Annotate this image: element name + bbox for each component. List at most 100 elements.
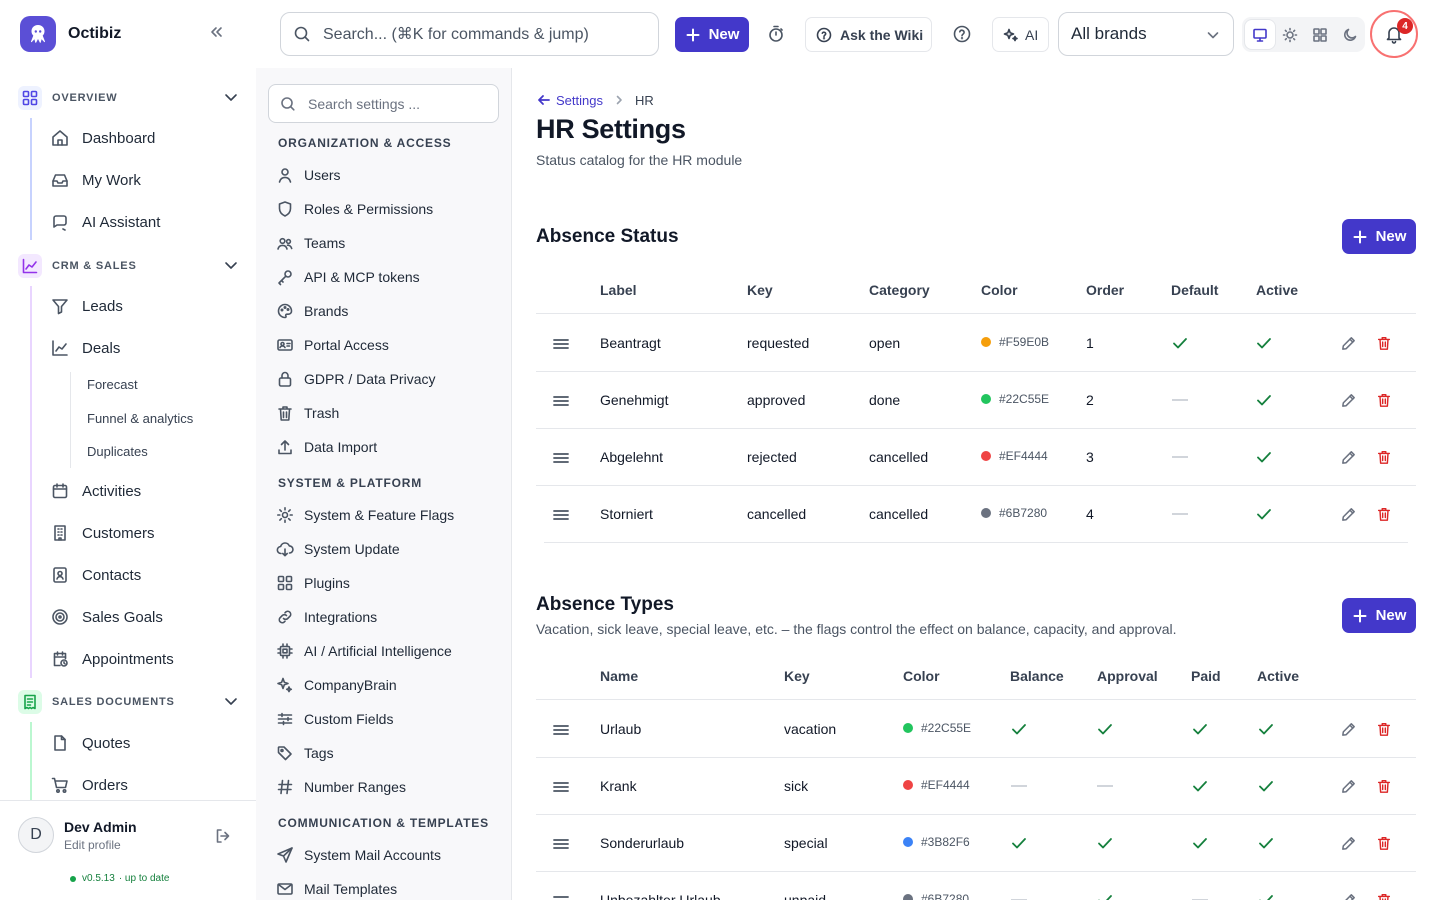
collapse-sidebar-icon[interactable]: [208, 24, 224, 40]
edit-profile-link[interactable]: Edit profile: [64, 838, 121, 852]
monitor-icon[interactable]: [1245, 20, 1275, 49]
nav-duplicates[interactable]: Duplicates: [87, 444, 148, 459]
nav-quotes[interactable]: Quotes: [50, 731, 130, 755]
help-icon[interactable]: [952, 24, 972, 44]
stopwatch-icon[interactable]: [766, 24, 786, 44]
section-overview[interactable]: OVERVIEW: [18, 86, 240, 110]
settings-item-mail-templates[interactable]: Mail Templates: [276, 878, 397, 900]
drag-handle-icon[interactable]: [552, 778, 570, 796]
edit-icon[interactable]: [1340, 892, 1357, 900]
app-logo[interactable]: Octibiz: [20, 16, 121, 52]
section-sales-documents[interactable]: SALES DOCUMENTS: [18, 690, 240, 714]
nav-appointments[interactable]: Appointments: [50, 647, 174, 671]
settings-item-plugins[interactable]: Plugins: [276, 572, 350, 594]
edit-icon[interactable]: [1340, 449, 1357, 466]
settings-item-users[interactable]: Users: [276, 164, 341, 186]
nav-forecast[interactable]: Forecast: [87, 377, 138, 392]
nav-contacts[interactable]: Contacts: [50, 563, 141, 587]
nav-orders[interactable]: Orders: [50, 773, 128, 797]
ai-button[interactable]: AI: [992, 17, 1049, 52]
edit-icon[interactable]: [1340, 835, 1357, 852]
ask-wiki-button[interactable]: Ask the Wiki: [805, 17, 932, 52]
nav-activities[interactable]: Activities: [50, 479, 141, 503]
delete-icon[interactable]: [1376, 392, 1392, 408]
settings-item-teams[interactable]: Teams: [276, 232, 345, 254]
nav-funnel-analytics[interactable]: Funnel & analytics: [87, 411, 193, 426]
sun-icon[interactable]: [1275, 20, 1305, 49]
settings-item-label: Custom Fields: [304, 711, 394, 727]
settings-item-system-mail-accounts[interactable]: System Mail Accounts: [276, 844, 441, 866]
edit-icon[interactable]: [1340, 721, 1357, 738]
settings-item-ai-artificial-intelligence[interactable]: AI / Artificial Intelligence: [276, 640, 452, 662]
drag-handle-icon[interactable]: [552, 721, 570, 739]
delete-icon[interactable]: [1376, 835, 1392, 851]
chevron-down-icon[interactable]: [222, 256, 240, 274]
status-key: approved: [747, 392, 806, 408]
delete-icon[interactable]: [1376, 721, 1392, 737]
settings-item-gdpr-data-privacy[interactable]: GDPR / Data Privacy: [276, 368, 435, 390]
column-header: Key: [784, 668, 810, 684]
notifications-button[interactable]: 4: [1370, 10, 1418, 58]
settings-search-input[interactable]: Search settings ...: [268, 84, 499, 123]
brand-select[interactable]: All brands: [1058, 12, 1234, 56]
nav-dashboard[interactable]: Dashboard: [50, 126, 155, 150]
column-header: Paid: [1191, 668, 1221, 684]
target-icon: [50, 607, 70, 627]
breadcrumb-settings-link[interactable]: Settings: [536, 92, 603, 108]
layout-grid-icon[interactable]: [1305, 20, 1335, 49]
nav-ai-assistant[interactable]: AI Assistant: [50, 210, 160, 234]
status-category: cancelled: [869, 506, 929, 522]
delete-icon[interactable]: [1376, 892, 1392, 900]
drag-handle-icon[interactable]: [552, 506, 570, 524]
new-absence-type-button[interactable]: New: [1342, 598, 1416, 633]
chevron-down-icon[interactable]: [222, 88, 240, 106]
moon-icon[interactable]: [1335, 20, 1365, 49]
section-label: OVERVIEW: [52, 92, 118, 104]
settings-item-system-update[interactable]: System Update: [276, 538, 400, 560]
octopus-logo-icon: [20, 16, 56, 52]
global-search-input[interactable]: Search... (⌘K for commands & jump): [280, 12, 659, 56]
drag-handle-icon[interactable]: [552, 449, 570, 467]
settings-item-roles-permissions[interactable]: Roles & Permissions: [276, 198, 433, 220]
settings-item-tags[interactable]: Tags: [276, 742, 334, 764]
delete-icon[interactable]: [1376, 335, 1392, 351]
settings-item-system-feature-flags[interactable]: System & Feature Flags: [276, 504, 454, 526]
logout-icon[interactable]: [214, 827, 232, 845]
nav-my-work[interactable]: My Work: [50, 168, 141, 192]
delete-icon[interactable]: [1376, 449, 1392, 465]
chevron-down-icon[interactable]: [222, 692, 240, 710]
settings-item-integrations[interactable]: Integrations: [276, 606, 377, 628]
column-header: Active: [1256, 282, 1299, 298]
color-hex: #EF4444: [999, 449, 1048, 463]
nav-sales-goals[interactable]: Sales Goals: [50, 605, 163, 629]
drag-handle-icon[interactable]: [552, 892, 570, 900]
section-crm-sales[interactable]: CRM & SALES: [18, 254, 240, 278]
drag-handle-icon[interactable]: [552, 392, 570, 410]
status-label: Genehmigt: [600, 392, 669, 408]
nav-deals[interactable]: Deals: [50, 336, 120, 360]
settings-item-portal-access[interactable]: Portal Access: [276, 334, 389, 356]
settings-item-api-mcp-tokens[interactable]: API & MCP tokens: [276, 266, 420, 288]
default-dash-icon: [1172, 456, 1188, 458]
drag-handle-icon[interactable]: [552, 335, 570, 353]
delete-icon[interactable]: [1376, 506, 1392, 522]
edit-icon[interactable]: [1340, 506, 1357, 523]
avatar[interactable]: D: [18, 817, 54, 853]
drag-handle-icon[interactable]: [552, 835, 570, 853]
nav-leads[interactable]: Leads: [50, 294, 123, 318]
edit-icon[interactable]: [1340, 392, 1357, 409]
settings-item-trash[interactable]: Trash: [276, 402, 339, 424]
settings-item-custom-fields[interactable]: Custom Fields: [276, 708, 393, 730]
edit-icon[interactable]: [1340, 335, 1357, 352]
new-button[interactable]: New: [675, 17, 749, 52]
balance-dash-icon: [1011, 785, 1027, 787]
nav-customers[interactable]: Customers: [50, 521, 155, 545]
settings-item-data-import[interactable]: Data Import: [276, 436, 377, 458]
color-dot: [903, 894, 913, 900]
settings-item-brands[interactable]: Brands: [276, 300, 348, 322]
edit-icon[interactable]: [1340, 778, 1357, 795]
delete-icon[interactable]: [1376, 778, 1392, 794]
settings-item-number-ranges[interactable]: Number Ranges: [276, 776, 406, 798]
settings-item-companybrain[interactable]: CompanyBrain: [276, 674, 397, 696]
new-absence-status-button[interactable]: New: [1342, 219, 1416, 254]
